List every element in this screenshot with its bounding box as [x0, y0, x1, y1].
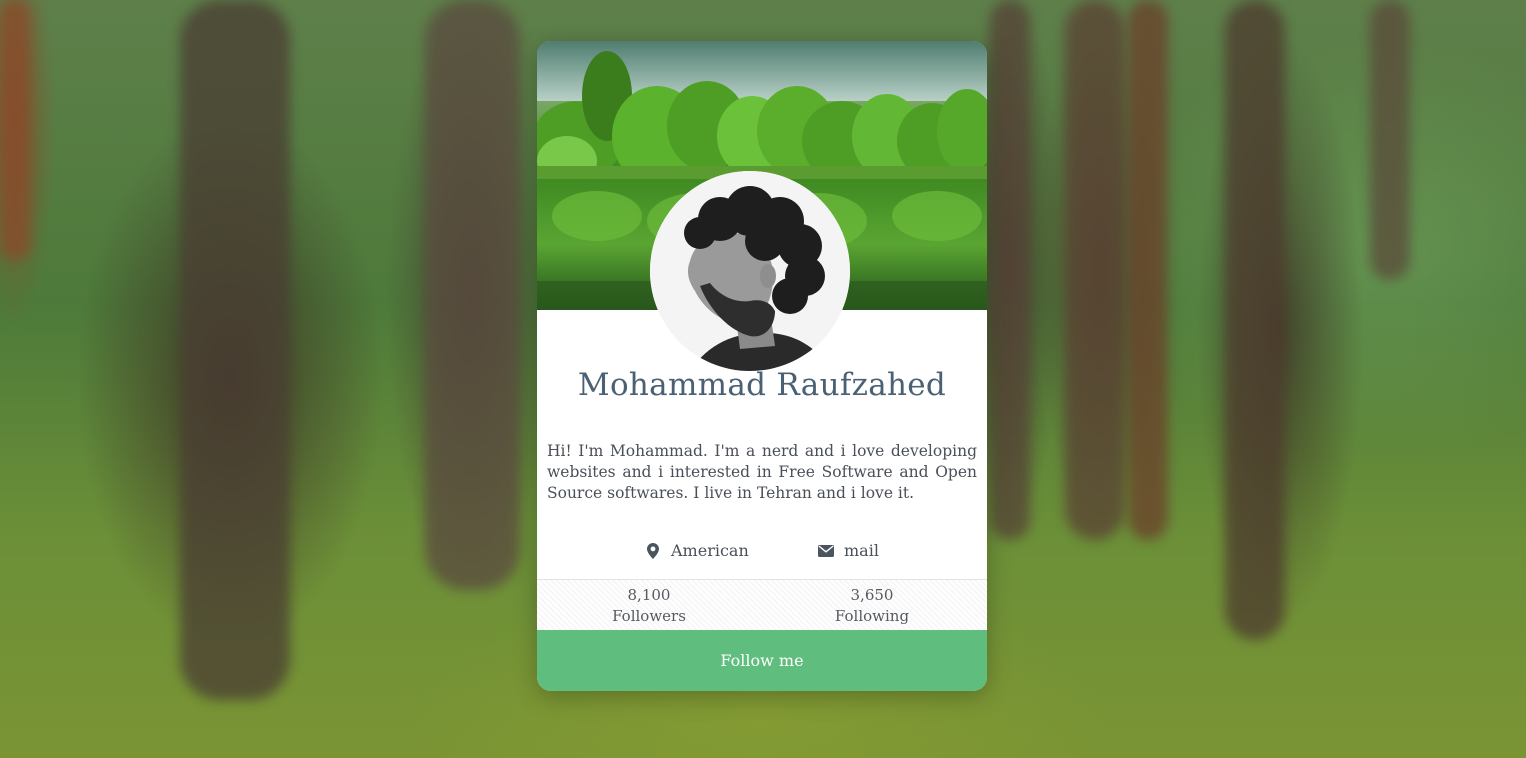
- profile-card: Mohammad Raufzahed Hi! I'm Mohammad. I'm…: [537, 41, 987, 691]
- background-tree-trunk: [425, 0, 520, 590]
- contact-text[interactable]: mail: [844, 541, 879, 560]
- background-tree-trunk: [1065, 0, 1125, 540]
- envelope-icon: [818, 544, 834, 557]
- avatar: [650, 171, 850, 371]
- profile-portrait-illustration: [650, 171, 850, 371]
- background-tree-trunk: [1370, 0, 1410, 280]
- following-label: Following: [834, 607, 910, 625]
- profile-stats: 8,100 Followers 3,650 Following: [537, 579, 987, 631]
- location-item: American: [647, 541, 749, 560]
- profile-name: Mohammad Raufzahed: [577, 367, 947, 403]
- follow-button[interactable]: Follow me: [537, 630, 987, 691]
- contact-item[interactable]: mail: [818, 541, 879, 560]
- followers-count: 8,100: [627, 586, 671, 604]
- profile-bio: Hi! I'm Mohammad. I'm a nerd and i love …: [547, 442, 977, 502]
- following-count: 3,650: [850, 586, 894, 604]
- background-tree-trunk: [990, 0, 1030, 540]
- followers-label: Followers: [612, 607, 686, 625]
- location-text: American: [671, 541, 749, 560]
- background-tree-trunk: [1128, 0, 1168, 540]
- background-tree-trunk: [1225, 0, 1285, 640]
- map-marker-icon: [647, 542, 659, 559]
- followers-stat[interactable]: 8,100 Followers: [549, 585, 749, 627]
- background-tree-trunk: [0, 0, 30, 260]
- profile-meta: American mail: [537, 541, 987, 565]
- following-stat[interactable]: 3,650 Following: [772, 585, 972, 627]
- background-tree-trunk: [180, 0, 290, 700]
